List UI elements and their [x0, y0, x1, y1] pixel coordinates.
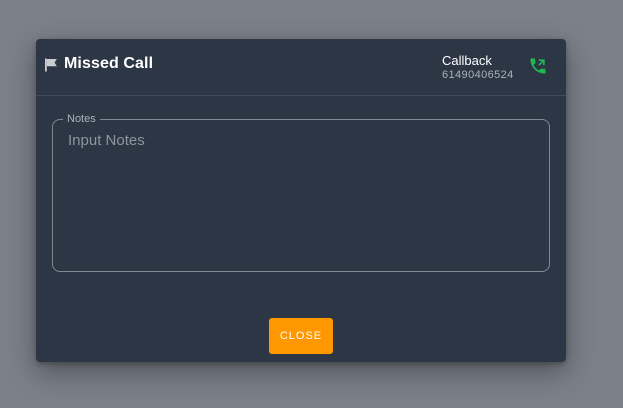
- notes-input[interactable]: [68, 131, 534, 251]
- notes-label: Notes: [67, 113, 96, 125]
- notes-field: Notes: [52, 113, 550, 272]
- callback-number: 61490406524: [442, 69, 514, 81]
- phone-callback-icon[interactable]: [528, 56, 548, 76]
- callback-label: Callback: [442, 53, 492, 68]
- dialog-title: Missed Call: [64, 55, 154, 72]
- close-button[interactable]: CLOSE: [269, 318, 333, 354]
- flag-icon: [45, 58, 57, 72]
- missed-call-dialog: Missed Call Callback 61490406524 Notes C…: [36, 39, 566, 362]
- callback-block[interactable]: Callback 61490406524: [442, 53, 532, 83]
- dialog-header: Missed Call Callback 61490406524: [36, 39, 566, 96]
